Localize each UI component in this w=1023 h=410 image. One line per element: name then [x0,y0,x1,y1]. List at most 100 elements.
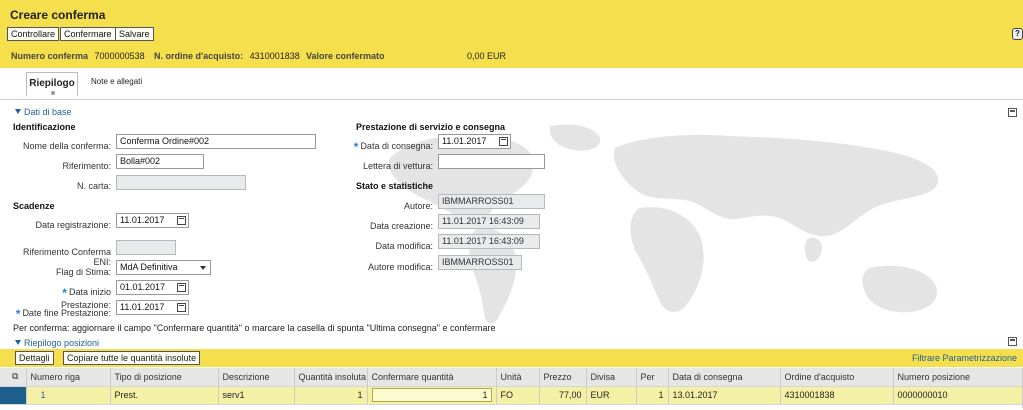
copy-open-quantities-button[interactable]: Copiare tutte le quantità insolute [63,351,201,365]
calendar-icon[interactable] [177,303,186,312]
column-header[interactable]: Numero riga [26,368,111,386]
column-header[interactable]: Tipo di posizione [110,368,219,386]
active-tab-indicator [51,91,55,95]
waybill-input[interactable] [438,154,545,169]
filter-settings-link[interactable]: Filtrare Parametrizzazione [912,353,1017,363]
group-prestazione: Prestazione di servizio e consegna [356,122,506,132]
eni-reference-label: Riferimento Conferma ENI: [22,247,111,267]
tab-riepilogo-label: Riepilogo [29,78,75,89]
collapse-triangle-icon [15,109,21,114]
waybill-label: Lettera di vettura: [362,161,433,171]
currency-cell: EUR [586,385,637,404]
page-header: Creare conferma Controllare Confermare S… [0,0,1023,68]
column-header[interactable]: Ordine d'acquisto [780,368,894,386]
table-row [0,403,1023,408]
positions-table: ⧉ Numero riga Tipo di posizione Descrizi… [0,368,1023,408]
per-cell: 1 [636,385,669,404]
confirmation-number-value: 7000000538 [94,51,145,61]
table-row[interactable]: 1 Prest. serv1 1 1 FO 77,00 EUR 1 13.01.… [0,385,1023,404]
confirmation-name-input[interactable]: Conferma Ordine#002 [116,134,316,149]
group-stato: Stato e statistiche [356,181,434,191]
group-identificazione: Identificazione [13,122,76,132]
delivery-date-label-text: Data di consegna: [360,141,433,151]
reference-label: Riferimento: [62,161,111,171]
card-number-input [116,175,246,190]
delivery-date-label: * Data di consegna: [340,140,433,154]
minimize-panel-icon[interactable] [1008,337,1017,346]
collapse-triangle-icon [15,340,21,345]
confirmed-value-label: Valore confermato [306,51,385,61]
base-data-toggle[interactable]: Dati di base [15,107,72,117]
page-title: Creare conferma [10,8,106,22]
tab-note-allegati[interactable]: Note e allegati [91,77,142,86]
details-button[interactable]: Dettagli [15,351,54,365]
modified-by-label: Autore modifica: [367,262,433,272]
price-cell: 77,00 [539,385,587,404]
estimate-flag-value: MdA Definitiva [120,262,178,272]
required-asterisk: * [15,307,21,321]
positions-toolbar: Dettagli Copiare tutte le quantità insol… [0,349,1023,367]
row-number-link[interactable]: 1 [26,385,111,404]
estimate-flag-label: Flag di Stima: [55,267,111,277]
column-header[interactable]: Data di consegna [668,368,781,386]
registration-date-label: Data registrazione: [35,220,111,230]
creation-date-value: 11.01.2017 16:43:09 [438,214,540,229]
minimize-panel-icon[interactable] [1008,108,1017,117]
calendar-icon[interactable] [177,216,186,225]
confirmed-value-amount: 0,00 EUR [467,51,507,61]
confirm-button[interactable]: Confermare [60,27,116,41]
unit-cell: FO [496,385,540,404]
column-header[interactable]: Quantità insoluta [294,368,368,386]
modified-by-value: IBMMARROSS01 [438,255,522,270]
creation-date-label: Data creazione: [369,221,433,231]
modified-date-value: 11.01.2017 16:43:09 [438,234,540,249]
calendar-icon[interactable] [499,137,508,146]
base-data-label: Dati di base [24,107,72,117]
card-number-label: N. carta: [76,181,111,191]
table-header-row: ⧉ Numero riga Tipo di posizione Descrizi… [0,368,1023,386]
instruction-note: Per conferma: aggiornare il campo "Confe… [13,323,496,333]
column-header[interactable]: Prezzo [539,368,587,386]
table-settings-icon[interactable]: ⧉ [0,368,27,386]
estimate-flag-select[interactable]: MdA Definitiva [116,260,211,275]
column-header[interactable]: Per [636,368,669,386]
required-asterisk: * [62,286,67,300]
confirm-quantity-input[interactable]: 1 [371,388,492,402]
tab-bar: Riepilogo Note e allegati [0,68,1023,100]
confirmation-number: Numero conferma 7000000538 [11,51,145,61]
open-quantity-cell: 1 [294,385,368,404]
column-header[interactable]: Confermare quantità [367,368,497,386]
service-end-label-text: Date fine Prestazione: [22,308,111,318]
group-scadenze: Scadenze [13,201,55,211]
confirm-quantity-cell[interactable]: 1 [367,385,497,404]
positions-toggle[interactable]: Riepilogo posizioni [15,338,99,348]
help-icon[interactable]: ? [1012,28,1023,40]
empty-row-cell [0,403,1023,408]
author-label: Autore: [403,201,433,211]
service-end-label: * Date fine Prestazione: [10,307,111,321]
chevron-down-icon [200,266,206,270]
tab-riepilogo[interactable]: Riepilogo [26,72,78,96]
row-selector[interactable] [0,385,27,404]
column-header[interactable]: Numero posizione [893,368,1023,386]
reference-input[interactable]: Bolla#002 [116,154,204,169]
position-number-cell: 0000000010 [893,385,1023,404]
description-cell: serv1 [218,385,295,404]
save-button[interactable]: Salvare [115,27,154,41]
confirmed-value: Valore confermato [306,51,385,61]
eni-reference-input [116,240,176,255]
confirmation-number-label: Numero conferma [11,51,89,61]
purchase-order-label: N. ordine d'acquisto: [154,51,244,61]
calendar-icon[interactable] [177,283,186,292]
purchase-order-value: 4310001838 [249,51,300,61]
positions-label: Riepilogo posizioni [24,338,100,348]
column-header[interactable]: Descrizione [218,368,295,386]
column-header[interactable]: Unità [496,368,540,386]
position-type-cell: Prest. [110,385,219,404]
purchase-order-cell: 4310001838 [780,385,894,404]
column-header[interactable]: Divisa [586,368,637,386]
modified-date-label: Data modifica: [375,241,433,251]
author-value: IBMMARROSS01 [438,194,545,209]
check-button[interactable]: Controllare [7,27,60,41]
confirmation-name-label: Nome della conferma: [22,141,111,151]
